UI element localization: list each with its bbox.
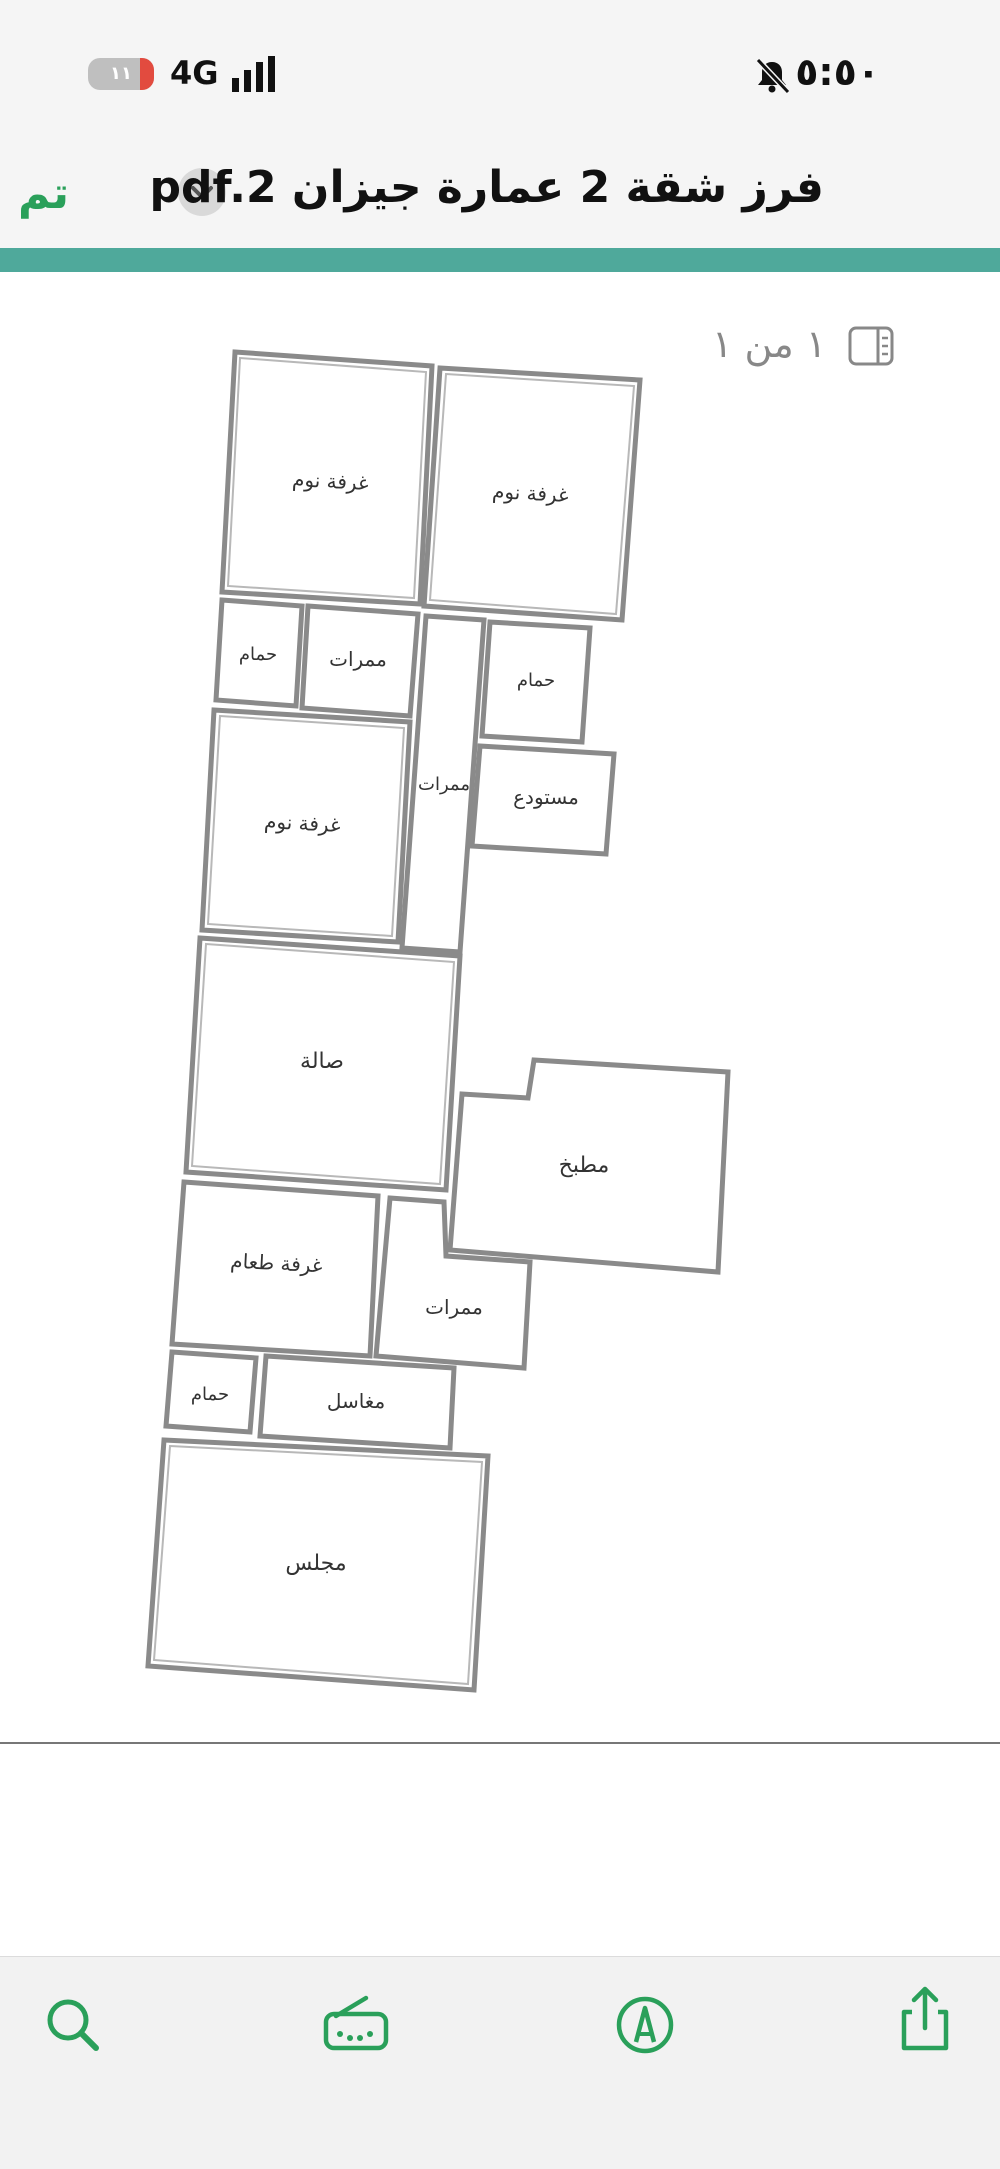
keyboard-markup-icon[interactable]	[322, 1990, 392, 2060]
label-corridor-1: ممرات	[329, 647, 387, 671]
bottom-toolbar	[0, 1956, 1000, 2169]
page-indicator: ١ من ١	[712, 322, 827, 366]
label-majlis: مجلس	[285, 1551, 346, 1576]
network-label: 4G	[170, 54, 219, 92]
status-time: ٥:٥٠	[795, 50, 880, 94]
battery-indicator: ١١	[88, 58, 154, 90]
label-bedroom-middle: غرفة نوم	[264, 809, 342, 837]
room-corridor-1	[299, 603, 421, 719]
room-corridor-2	[373, 1195, 533, 1371]
battery-level: ١١	[110, 63, 132, 84]
room-bathroom-3	[163, 1349, 259, 1435]
room-bathroom-1	[213, 597, 305, 709]
page-bottom-edge	[0, 1742, 1000, 1744]
room-hall	[183, 935, 463, 1193]
room-corridor-vertical	[399, 613, 487, 955]
room-storage	[469, 743, 617, 857]
document-title[interactable]: فرز شقة 2 عمارة جيزان pdf.2	[150, 162, 824, 213]
markup-pen-icon[interactable]	[610, 1990, 680, 2060]
label-hall: صالة	[300, 1049, 344, 1074]
room-bathroom-2	[479, 619, 593, 745]
share-icon[interactable]	[890, 1984, 960, 2054]
label-corridor-2: ممرات	[425, 1295, 483, 1319]
signal-icon	[232, 56, 288, 92]
label-kitchen: مطبخ	[559, 1153, 610, 1178]
room-bedroom-top-right	[421, 365, 643, 623]
accent-bar	[0, 248, 1000, 272]
label-corridor-vertical: ممرات	[418, 774, 470, 795]
room-majlis	[145, 1437, 491, 1693]
room-dining	[169, 1179, 381, 1359]
label-washbasins: مغاسل	[327, 1389, 385, 1413]
search-icon[interactable]	[38, 1990, 108, 2060]
room-bedroom-top-left	[219, 349, 435, 607]
room-kitchen	[447, 1057, 731, 1275]
label-bedroom-top-left: غرفة نوم	[292, 467, 370, 495]
done-button[interactable]: تم	[18, 168, 69, 219]
label-bathroom-2: حمام	[517, 670, 555, 691]
room-washbasins	[257, 1353, 457, 1451]
label-bedroom-top-right: غرفة نوم	[492, 479, 570, 507]
label-bathroom-1: حمام	[239, 644, 277, 665]
sidebar-icon[interactable]	[848, 326, 894, 366]
room-bedroom-middle	[199, 707, 413, 945]
bell-muted-icon	[755, 57, 791, 95]
label-storage: مستودع	[513, 785, 579, 809]
label-dining: غرفة طعام	[230, 1249, 323, 1278]
label-bathroom-3: حمام	[191, 1384, 229, 1405]
